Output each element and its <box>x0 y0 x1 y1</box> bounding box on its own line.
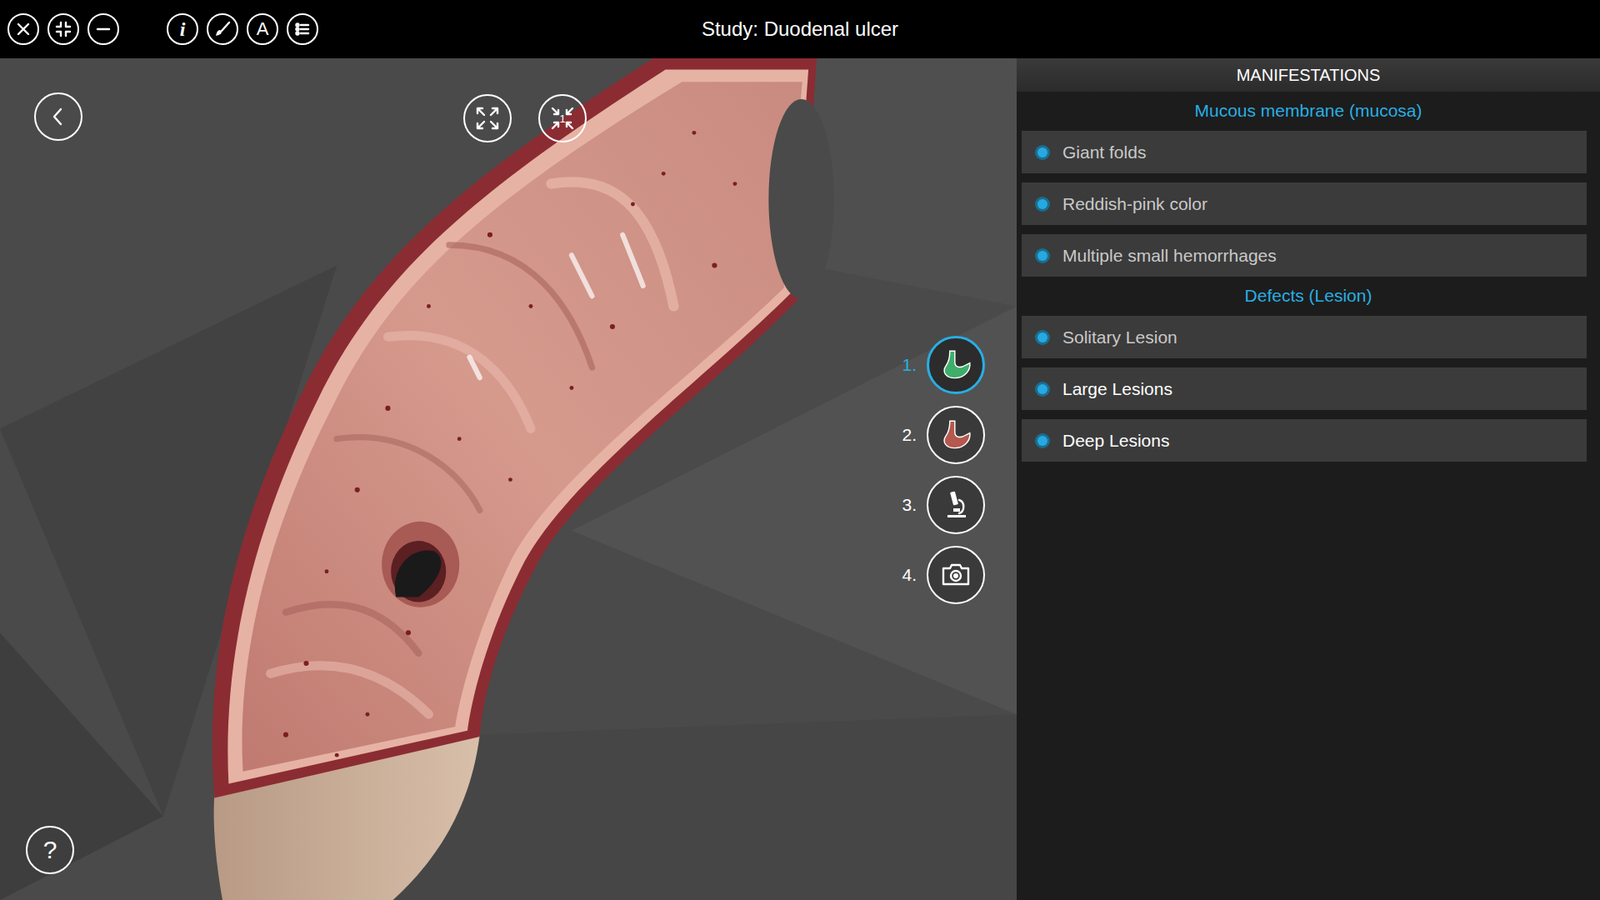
step-number: 4. <box>875 565 917 585</box>
chevron-left-icon-svg-icon <box>47 105 70 128</box>
manifestation-label: Giant folds <box>1062 142 1146 163</box>
title-bar: iAStudy: Duodenal ulcer <box>0 0 1600 59</box>
brush-icon-svg-icon <box>213 20 232 39</box>
panel-header: MANIFESTATIONS <box>1016 58 1600 92</box>
expand-numbered-button[interactable]: 1 <box>538 94 587 143</box>
bullet-dot <box>1037 147 1048 158</box>
manifestation-list: Solitary Lesion Large Lesions Deep Lesions <box>1016 315 1600 462</box>
collapse-icon <box>54 20 73 39</box>
list-icon-svg-icon <box>293 20 312 39</box>
help-button[interactable]: ? <box>25 825 75 875</box>
window-title: Study: Duodenal ulcer <box>685 17 915 41</box>
expand-icon <box>472 103 503 134</box>
main-area: 1 1. 2. 3. 4.? MANIFESTATIONSMucous membrane … <box>0 58 1600 900</box>
chevron-left-icon <box>47 105 70 128</box>
microscope-icon-svg-icon <box>939 488 973 522</box>
text-icon: A <box>256 20 270 39</box>
manifestation-item[interactable]: Giant folds <box>1021 130 1587 174</box>
stomach-icon <box>935 415 976 455</box>
model-viewport[interactable]: 1 1. 2. 3. 4.? <box>0 58 1017 900</box>
camera-icon-svg-icon <box>939 558 973 592</box>
manifestation-list: Giant folds Reddish-pink color Multiple sm… <box>1016 130 1600 277</box>
bullet-dot <box>1037 199 1048 210</box>
microscope-icon <box>939 488 973 522</box>
text-button[interactable]: A <box>246 13 279 45</box>
question-icon: ? <box>43 837 58 863</box>
step-button[interactable] <box>926 405 985 465</box>
step-button[interactable] <box>926 475 985 535</box>
step-button[interactable] <box>926 335 985 395</box>
collapse-icon-svg-icon <box>54 20 73 39</box>
stomach-icon-svg-icon <box>935 415 976 455</box>
x-icon-svg-icon <box>15 20 32 38</box>
manifestation-item[interactable]: Solitary Lesion <box>1021 315 1587 359</box>
bullet-dot <box>1037 435 1048 446</box>
manifestations-panel: MANIFESTATIONSMucous membrane (mucosa)Gi… <box>1016 58 1600 900</box>
step-number: 3. <box>875 495 917 515</box>
manifestation-item[interactable]: Multiple small hemorrhages <box>1021 234 1587 277</box>
x-icon <box>15 20 32 38</box>
list-icon <box>293 20 312 39</box>
list-button[interactable] <box>286 13 319 45</box>
step-list: 1. 2. 3. 4. <box>875 335 985 605</box>
close-button[interactable] <box>7 13 40 45</box>
back-button[interactable] <box>34 92 83 141</box>
manifestation-section: Defects (Lesion) Solitary Lesion Large Les… <box>1016 276 1600 462</box>
expand-icon-svg-icon <box>472 103 503 134</box>
brush-button[interactable] <box>206 13 239 45</box>
manifestation-label: Solitary Lesion <box>1062 327 1178 348</box>
camera-icon <box>939 558 973 592</box>
manifestation-section: Mucous membrane (mucosa) Giant folds Reddi… <box>1016 91 1600 277</box>
stomach-icon <box>935 345 976 385</box>
manifestation-item[interactable]: Large Lesions <box>1021 367 1587 410</box>
manifestation-label: Reddish-pink color <box>1062 194 1208 215</box>
step-number: 2. <box>875 425 917 445</box>
collapse-button[interactable] <box>47 13 80 45</box>
info-icon: i <box>180 19 186 40</box>
manifestation-label: Large Lesions <box>1062 379 1173 400</box>
expand-button[interactable] <box>463 94 512 143</box>
bullet-dot <box>1037 250 1048 261</box>
info-button[interactable]: i <box>166 13 199 45</box>
stomach-icon-svg-icon <box>935 345 976 385</box>
step-item[interactable]: 3. <box>875 475 985 535</box>
bullet-dot <box>1037 384 1048 395</box>
minus-icon <box>95 20 112 38</box>
manifestation-item[interactable]: Deep Lesions <box>1021 419 1587 462</box>
toolbar: iA <box>0 13 685 45</box>
brush-icon <box>213 20 232 39</box>
window-controls <box>7 13 120 45</box>
manifestation-label: Deep Lesions <box>1062 430 1170 451</box>
step-number: 1. <box>875 355 917 375</box>
view-badge: 1 <box>559 112 565 125</box>
section-title: Mucous membrane (mucosa) <box>1016 91 1600 131</box>
step-item[interactable]: 4. <box>875 545 985 605</box>
manifestation-label: Multiple small hemorrhages <box>1062 245 1277 266</box>
minimize-button[interactable] <box>87 13 120 45</box>
step-item[interactable]: 1. <box>875 335 985 395</box>
minus-icon-svg-icon <box>95 20 112 38</box>
manifestation-item[interactable]: Reddish-pink color <box>1021 182 1587 225</box>
step-button[interactable] <box>926 545 985 605</box>
step-item[interactable]: 2. <box>875 405 985 465</box>
section-title: Defects (Lesion) <box>1016 276 1600 316</box>
tool-buttons: iA <box>166 13 319 45</box>
bullet-dot <box>1037 332 1048 343</box>
duodenum-render-icon[interactable] <box>0 58 1017 900</box>
